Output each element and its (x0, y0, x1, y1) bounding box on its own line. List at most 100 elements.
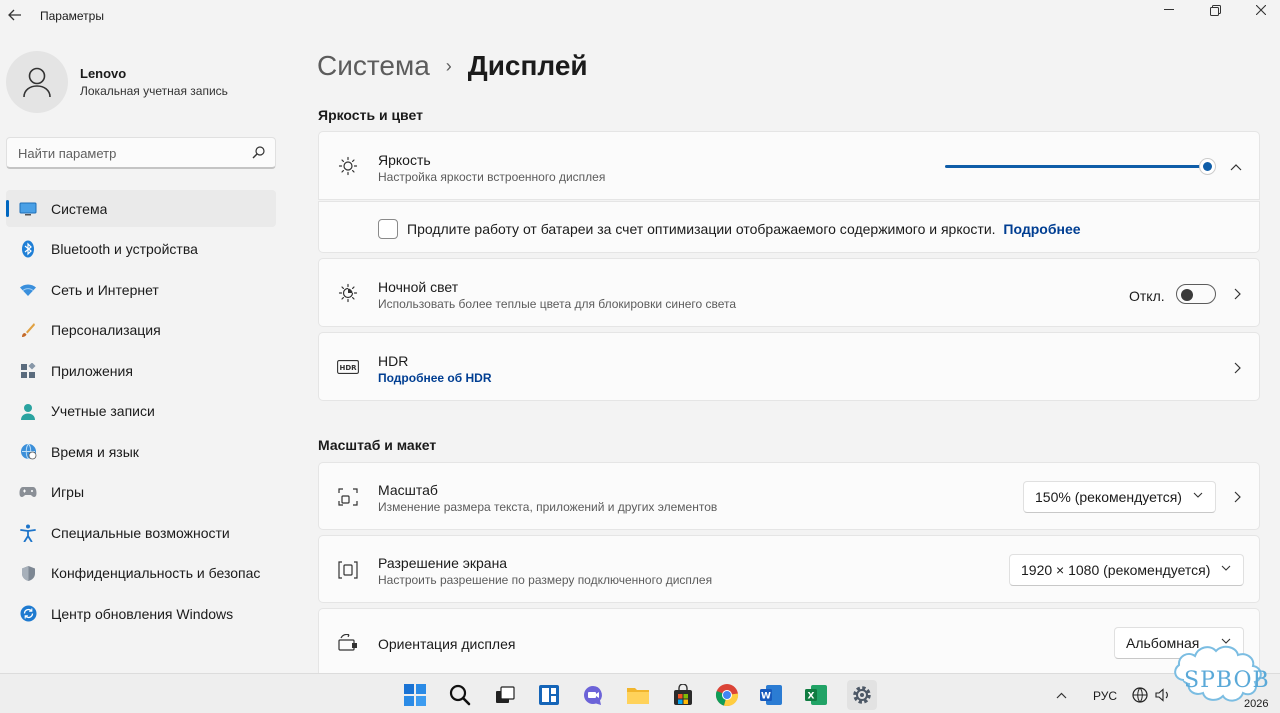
account-type: Локальная учетная запись (80, 84, 228, 98)
bluetooth-icon (19, 240, 37, 258)
sidebar-item-time-language[interactable]: Время и язык (6, 433, 276, 470)
chevron-down-icon (1221, 565, 1231, 571)
svg-text:W: W (761, 692, 771, 702)
night-light-subtitle: Использовать более теплые цвета для блок… (378, 297, 737, 311)
brightness-title: Яркость (378, 152, 431, 168)
scale-title: Масштаб (378, 482, 438, 498)
globe-clock-icon (19, 443, 37, 461)
person-icon (23, 67, 51, 98)
night-light-icon (337, 282, 359, 304)
night-light-card[interactable]: Ночной свет Использовать более теплые цв… (318, 258, 1260, 327)
scale-subtitle: Изменение размера текста, приложений и д… (378, 500, 718, 514)
scale-card[interactable]: Масштаб Изменение размера текста, прилож… (318, 462, 1260, 530)
scale-value: 150% (рекомендуется) (1035, 489, 1182, 505)
back-button[interactable] (4, 4, 26, 26)
page-title: Дисплей (467, 50, 588, 81)
watermark-logo: SPBOB (1170, 640, 1278, 712)
globe-icon[interactable] (1131, 682, 1149, 708)
wifi-icon (19, 281, 37, 299)
sidebar-item-label: Персонализация (51, 322, 161, 338)
sidebar-item-label: Приложения (51, 362, 133, 379)
excel-icon[interactable]: X (803, 682, 829, 708)
battery-optimization-checkbox[interactable] (378, 219, 398, 239)
sidebar-item-accounts[interactable]: Учетные записи (6, 393, 276, 430)
sidebar-item-label: Система (51, 200, 108, 217)
learn-more-link[interactable]: Подробнее (1003, 221, 1080, 237)
accessibility-icon (19, 524, 37, 542)
sidebar-item-label: Специальные возможности (51, 524, 230, 541)
orientation-title: Ориентация дисплея (378, 636, 516, 652)
sidebar-item-system[interactable]: Система (6, 190, 276, 227)
sidebar-item-gaming[interactable]: Игры (6, 474, 276, 511)
close-icon (1256, 5, 1266, 15)
search-icon[interactable] (447, 682, 473, 708)
sidebar-item-network[interactable]: Сеть и Интернет (6, 271, 276, 308)
settings-icon[interactable] (847, 680, 877, 710)
sidebar-item-label: Центр обновления Windows (51, 605, 234, 622)
scale-dropdown[interactable]: 150% (рекомендуется) (1023, 481, 1216, 513)
word-icon[interactable]: W (758, 682, 784, 708)
chevron-up-icon[interactable] (1229, 160, 1243, 174)
sidebar-item-accessibility[interactable]: Специальные возможности (6, 514, 276, 551)
title-bar: Параметры (0, 0, 1280, 34)
file-explorer-icon[interactable] (625, 682, 651, 708)
breadcrumb: Система › Дисплей (317, 50, 588, 82)
sidebar-item-apps[interactable]: Приложения (6, 352, 276, 389)
app-title: Параметры (40, 9, 104, 23)
chevron-right-icon[interactable] (1230, 361, 1244, 375)
orientation-card: Ориентация дисплея Альбомная (318, 608, 1260, 673)
widgets-icon[interactable] (536, 682, 562, 708)
svg-text:HDR: HDR (339, 364, 357, 372)
resolution-title: Разрешение экрана (378, 555, 508, 571)
sidebar-item-windows-update[interactable]: Центр обновления Windows (6, 595, 276, 632)
night-light-toggle[interactable] (1176, 284, 1216, 304)
restore-icon (1209, 4, 1221, 16)
hdr-card[interactable]: HDR HDR Подробнее об HDR (318, 332, 1260, 401)
resolution-card: Разрешение экрана Настроить разрешение п… (318, 535, 1260, 603)
chevron-right-icon[interactable] (1230, 490, 1244, 504)
brightness-slider-thumb[interactable] (1199, 158, 1216, 175)
section-title-scale-layout: Масштаб и макет (318, 437, 437, 453)
arrow-left-icon (8, 9, 21, 21)
gamepad-icon (19, 483, 37, 501)
sidebar-item-label: Время и язык (51, 443, 139, 460)
avatar[interactable] (6, 51, 68, 113)
maximize-button[interactable] (1192, 0, 1238, 20)
search-placeholder: Найти параметр (18, 146, 117, 161)
sidebar-item-label: Сеть и Интернет (51, 281, 159, 298)
battery-optimization-label: Продлите работу от батареи за счет оптим… (407, 221, 996, 237)
teams-chat-icon[interactable] (580, 682, 606, 708)
brightness-slider-track[interactable] (945, 165, 1207, 168)
brush-icon (19, 321, 37, 339)
chevron-right-icon[interactable] (1230, 287, 1244, 301)
store-icon[interactable] (670, 682, 696, 708)
brightness-subtitle: Настройка яркости встроенного дисплея (378, 170, 606, 184)
brightness-card: Яркость Настройка яркости встроенного ди… (318, 131, 1260, 200)
start-icon[interactable] (402, 682, 428, 708)
minimize-button[interactable] (1146, 0, 1192, 20)
scale-icon (337, 486, 359, 508)
sidebar-item-privacy[interactable]: Конфиденциальность и безопасность (6, 555, 276, 592)
task-view-icon[interactable] (492, 682, 518, 708)
search-input[interactable]: Найти параметр (6, 137, 276, 169)
section-title-brightness-color: Яркость и цвет (318, 107, 423, 123)
resolution-subtitle: Настроить разрешение по размеру подключе… (378, 573, 713, 587)
person-icon (19, 402, 37, 420)
breadcrumb-parent[interactable]: Система (317, 50, 430, 82)
hdr-learn-more-link[interactable]: Подробнее об HDR (378, 371, 492, 385)
sidebar-item-label: Игры (51, 484, 85, 500)
user-name: Lenovo (80, 66, 127, 81)
battery-optimization-row: Продлите работу от батареи за счет оптим… (318, 201, 1260, 253)
chrome-icon[interactable] (714, 682, 740, 708)
sidebar-item-label: Bluetooth и устройства (51, 241, 198, 257)
sidebar-item-personalization[interactable]: Персонализация (6, 312, 276, 349)
resolution-icon (337, 559, 359, 581)
svg-text:X: X (808, 692, 815, 702)
close-button[interactable] (1238, 0, 1280, 20)
chevron-up-icon[interactable] (1054, 682, 1068, 708)
minimize-icon (1164, 9, 1174, 10)
sun-icon (337, 155, 359, 177)
language-indicator[interactable]: РУС (1093, 689, 1117, 703)
sidebar-item-bluetooth[interactable]: Bluetooth и устройства (6, 231, 276, 268)
resolution-dropdown[interactable]: 1920 × 1080 (рекомендуется) (1009, 554, 1244, 586)
